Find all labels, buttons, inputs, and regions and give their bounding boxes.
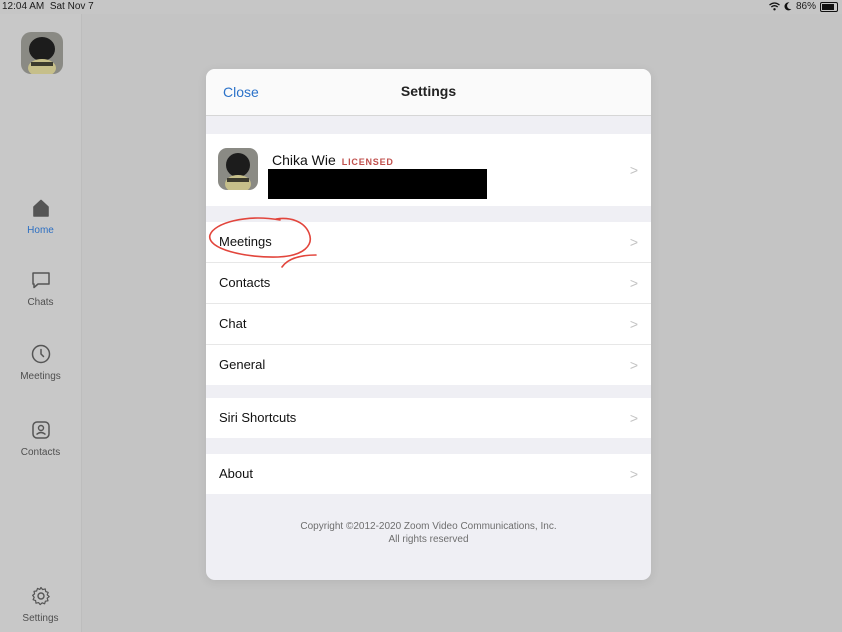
row-label: General — [219, 357, 266, 372]
settings-row-meetings[interactable]: Meetings > — [206, 222, 651, 263]
settings-row-chat[interactable]: Chat > — [206, 304, 651, 345]
settings-row-contacts[interactable]: Contacts > — [206, 263, 651, 304]
battery-percent: 86% — [795, 1, 816, 12]
sidebar-item-home[interactable]: Home — [0, 196, 81, 236]
chevron-right-icon: > — [629, 275, 638, 291]
settings-row-siri-shortcuts[interactable]: Siri Shortcuts > — [206, 398, 651, 438]
settings-group-about: About > — [206, 454, 651, 494]
chevron-right-icon: > — [629, 234, 638, 250]
home-icon — [32, 199, 49, 217]
sidebar-item-label: Home — [27, 225, 54, 236]
status-bar: 12:04 AM Sat Nov 7 86% — [0, 0, 842, 14]
chevron-right-icon: > — [629, 316, 638, 332]
battery-level — [822, 3, 835, 10]
settings-group-main: Meetings > Contacts > Chat > General > — [206, 222, 651, 385]
status-indicators: 86% — [769, 1, 838, 12]
moon-icon — [784, 2, 792, 11]
chevron-right-icon: > — [629, 162, 638, 178]
battery-icon — [820, 1, 838, 12]
avatar[interactable] — [21, 32, 63, 74]
wifi-icon — [769, 2, 780, 11]
sidebar: Home Chats Meetings Contacts Settings — [0, 14, 82, 632]
row-label: Meetings — [219, 234, 272, 249]
row-label: Contacts — [219, 275, 271, 290]
row-label: About — [219, 466, 253, 481]
sidebar-item-contacts[interactable]: Contacts — [0, 418, 81, 458]
gear-icon — [31, 586, 50, 606]
copyright-text: Copyright ©2012-2020 Zoom Video Communic… — [300, 521, 557, 545]
settings-row-general[interactable]: General > — [206, 345, 651, 385]
row-label: Siri Shortcuts — [219, 410, 297, 425]
sidebar-item-label: Settings — [22, 613, 59, 624]
settings-group-siri: Siri Shortcuts > — [206, 398, 651, 438]
settings-modal: Close Settings Chika Wie LICENSED > Meeti… — [206, 69, 651, 580]
sidebar-item-label: Contacts — [20, 447, 61, 458]
profile-row[interactable]: Chika Wie LICENSED > — [206, 134, 651, 206]
settings-row-about[interactable]: About > — [206, 454, 651, 494]
license-badge: LICENSED — [341, 157, 394, 167]
row-label: Chat — [219, 316, 247, 331]
sidebar-item-meetings[interactable]: Meetings — [0, 342, 81, 382]
clock-icon — [31, 344, 50, 364]
chevron-right-icon: > — [629, 466, 638, 482]
sidebar-item-settings[interactable]: Settings — [0, 584, 81, 624]
page-title: Settings — [400, 83, 457, 99]
avatar — [218, 148, 258, 190]
chat-bubble-icon — [31, 272, 50, 289]
status-time: 12:04 AM Sat Nov 7 — [2, 1, 94, 12]
sidebar-item-label: Chats — [27, 297, 54, 308]
modal-header: Close Settings — [206, 69, 651, 116]
sidebar-item-chats[interactable]: Chats — [0, 268, 81, 308]
profile-name: Chika Wie LICENSED — [272, 152, 394, 168]
sidebar-item-label: Meetings — [20, 371, 61, 382]
chevron-right-icon: > — [629, 410, 638, 426]
contact-card-icon — [31, 421, 50, 439]
chevron-right-icon: > — [629, 357, 638, 373]
redacted-email — [268, 169, 487, 199]
